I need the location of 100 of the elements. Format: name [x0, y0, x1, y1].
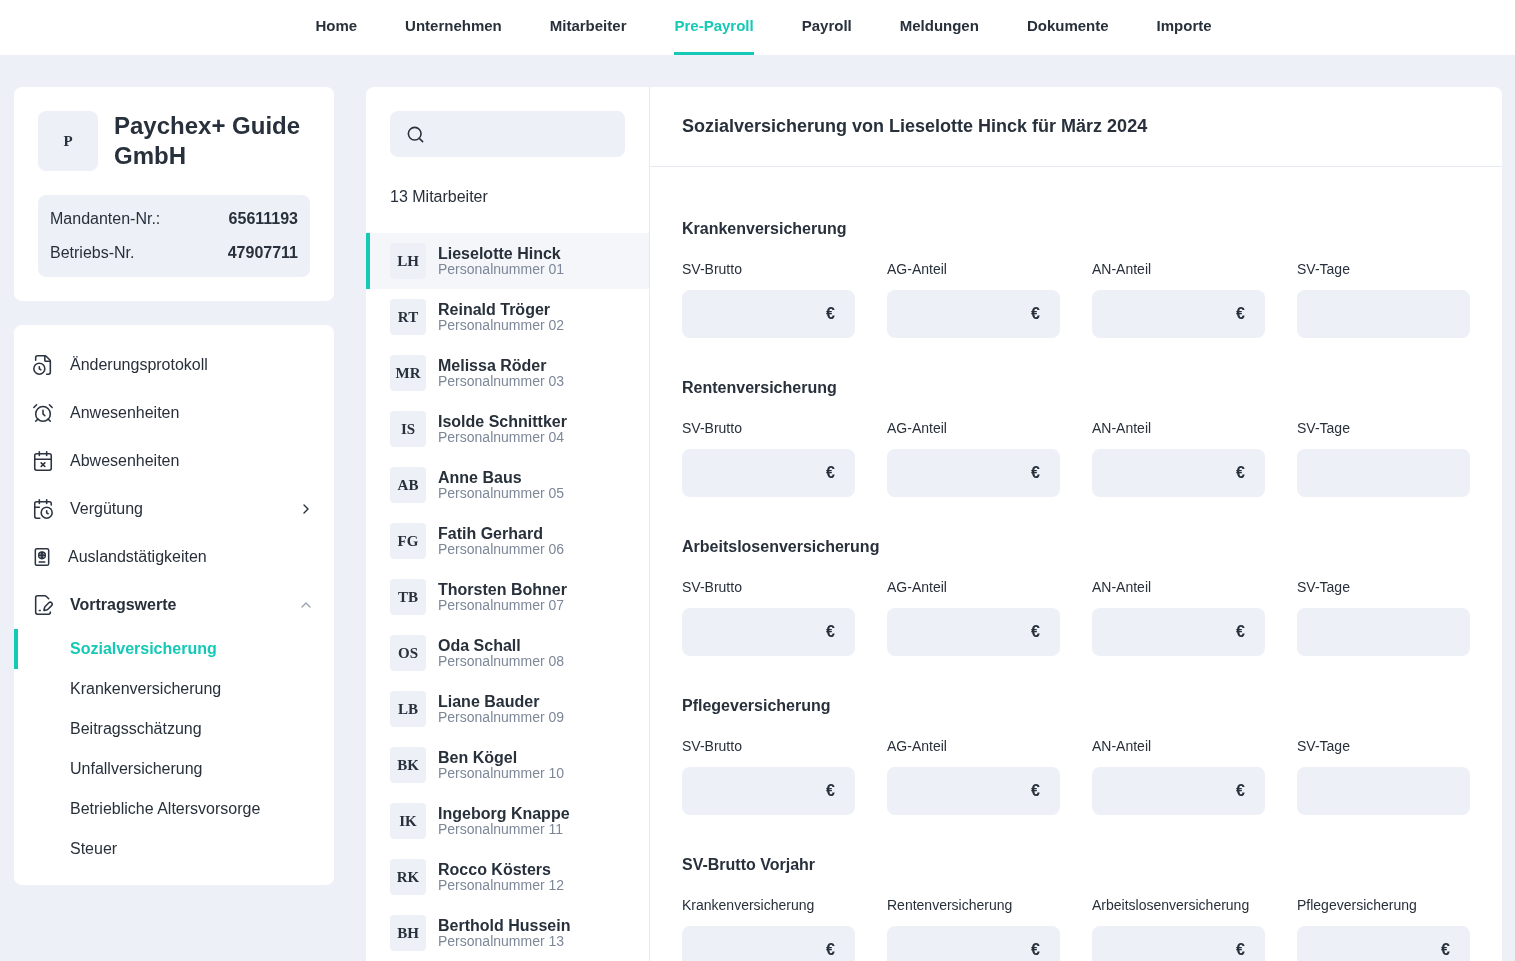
- employee-avatar: IS: [390, 411, 426, 447]
- field-label: Krankenversicherung: [682, 896, 816, 915]
- currency-unit: €: [1031, 940, 1040, 960]
- sidebar-item[interactable]: Vortragswerte: [14, 581, 334, 629]
- employee-name: Ben Kögel: [438, 749, 518, 766]
- currency-unit: €: [826, 304, 835, 324]
- employee-number: Personalnummer 02: [438, 318, 565, 333]
- nav-tab[interactable]: Importe: [1156, 0, 1212, 55]
- field-label: Pflegeversicherung: [1297, 896, 1418, 915]
- employee-avatar: LB: [390, 691, 426, 727]
- nav-tab[interactable]: Mitarbeiter: [549, 0, 627, 55]
- currency-unit: €: [1031, 304, 1040, 324]
- input-field[interactable]: €: [1092, 767, 1265, 815]
- nav-tab[interactable]: Payroll: [801, 0, 852, 55]
- employee-row[interactable]: RK Rocco Kösters Personalnummer 12: [366, 849, 649, 905]
- company-name: Paychex+ Guide GmbH: [114, 111, 302, 171]
- employee-number: Personalnummer 06: [438, 542, 565, 557]
- input-field[interactable]: €: [682, 608, 855, 656]
- employee-avatar: TB: [390, 579, 426, 615]
- currency-unit: €: [1236, 781, 1245, 801]
- employee-avatar: BK: [390, 747, 426, 783]
- employee-name: Anne Baus: [438, 469, 523, 486]
- employee-name: Lieselotte Hinck: [438, 245, 562, 262]
- employee-row[interactable]: BK Ben Kögel Personalnummer 10: [366, 737, 649, 793]
- employee-row[interactable]: AB Anne Baus Personalnummer 05: [366, 457, 649, 513]
- input-field[interactable]: €: [682, 449, 855, 497]
- section-title: Krankenversicherung: [682, 219, 848, 239]
- detail-title: Sozialversicherung von Lieselotte Hinck für März 2024: [650, 87, 1502, 167]
- employee-name: Rocco Kösters: [438, 861, 552, 878]
- input-field[interactable]: €: [1092, 290, 1265, 338]
- sidebar-subitem[interactable]: Steuer: [14, 829, 334, 869]
- calendar-x-icon: [32, 450, 54, 472]
- input-field[interactable]: €: [682, 926, 855, 961]
- employee-row[interactable]: FG Fatih Gerhard Personalnummer 06: [366, 513, 649, 569]
- employee-number: Personalnummer 03: [438, 374, 565, 389]
- globe-document-icon: [32, 547, 52, 567]
- employee-name: Oda Schall: [438, 637, 522, 654]
- nav-tab[interactable]: Unternehmen: [405, 0, 502, 55]
- employee-avatar: RT: [390, 299, 426, 335]
- currency-unit: €: [826, 781, 835, 801]
- employee-row[interactable]: LB Liane Bauder Personalnummer 09: [366, 681, 649, 737]
- employee-row[interactable]: LH Lieselotte Hinck Personalnummer 01: [366, 233, 649, 289]
- employee-row[interactable]: IS Isolde Schnittker Personalnummer 04: [366, 401, 649, 457]
- sidebar-subitem[interactable]: Beitragsschätzung: [14, 709, 334, 749]
- input-field[interactable]: €: [682, 290, 855, 338]
- input-field[interactable]: €: [887, 449, 1060, 497]
- nav-tab[interactable]: Meldungen: [899, 0, 979, 55]
- input-field[interactable]: €: [1297, 926, 1470, 961]
- employee-row[interactable]: RT Reinald Tröger Personalnummer 02: [366, 289, 649, 345]
- search-icon: [406, 124, 425, 144]
- sidebar-subitem[interactable]: Betriebliche Altersvorsorge: [14, 789, 334, 829]
- employee-row[interactable]: OS Oda Schall Personalnummer 08: [366, 625, 649, 681]
- section-title: Rentenversicherung: [682, 378, 838, 398]
- sidebar-item[interactable]: Änderungsprotokoll: [14, 341, 334, 389]
- input-field[interactable]: €: [887, 608, 1060, 656]
- currency-unit: €: [826, 463, 835, 483]
- field-label: AG-Anteil: [887, 419, 948, 438]
- nav-tab[interactable]: Home: [315, 0, 358, 55]
- search-field[interactable]: [390, 111, 625, 157]
- employee-avatar: AB: [390, 467, 426, 503]
- input-field[interactable]: €: [887, 926, 1060, 961]
- sidebar-subitem[interactable]: Krankenversicherung: [14, 669, 334, 709]
- section-title: SV-Brutto Vorjahr: [682, 855, 817, 875]
- employee-avatar: RK: [390, 859, 426, 895]
- field-label: Rentenversicherung: [887, 896, 1014, 915]
- section-title: Pflegeversicherung: [682, 696, 832, 716]
- stopwatch-icon: [32, 402, 54, 424]
- input-field[interactable]: €: [887, 767, 1060, 815]
- employee-name: Isolde Schnittker: [438, 413, 567, 430]
- employee-name: Reinald Tröger: [438, 301, 552, 318]
- currency-unit: €: [826, 940, 835, 960]
- input-field[interactable]: €: [1092, 449, 1265, 497]
- input-field[interactable]: €: [887, 290, 1060, 338]
- input-field[interactable]: €: [1092, 926, 1265, 961]
- employee-number: Personalnummer 10: [438, 766, 565, 781]
- sidebar-item[interactable]: Auslandstätigkeiten: [14, 533, 334, 581]
- input-field[interactable]: €: [682, 767, 855, 815]
- field-label: SV-Tage: [1297, 578, 1351, 597]
- sidebar-subitem[interactable]: Unfallversicherung: [14, 749, 334, 789]
- employee-avatar: FG: [390, 523, 426, 559]
- field-label: SV-Brutto: [682, 578, 743, 597]
- field-label: SV-Brutto: [682, 260, 743, 279]
- sidebar-item[interactable]: Abwesenheiten: [14, 437, 334, 485]
- sidebar-item[interactable]: Anwesenheiten: [14, 389, 334, 437]
- field-label: Arbeitslosenversicherung: [1092, 896, 1251, 915]
- currency-unit: €: [1236, 304, 1245, 324]
- field-label: SV-Brutto: [682, 419, 743, 438]
- input-field[interactable]: €: [1092, 608, 1265, 656]
- nav-tab[interactable]: Dokumente: [1026, 0, 1109, 55]
- field-label: AG-Anteil: [887, 737, 948, 756]
- currency-unit: €: [826, 622, 835, 642]
- fact-label: Mandanten-Nr.:: [50, 209, 161, 229]
- field-label: SV-Tage: [1297, 260, 1351, 279]
- sidebar-item[interactable]: Vergütung: [14, 485, 334, 533]
- employee-row[interactable]: MR Melissa Röder Personalnummer 03: [366, 345, 649, 401]
- document-clock-icon: [32, 354, 54, 376]
- employee-row[interactable]: TB Thorsten Bohner Personalnummer 07: [366, 569, 649, 625]
- employee-row[interactable]: BH Berthold Hussein Personalnummer 13: [366, 905, 649, 961]
- employee-row[interactable]: IK Ingeborg Knappe Personalnummer 11: [366, 793, 649, 849]
- employee-name: Liane Bauder: [438, 693, 541, 710]
